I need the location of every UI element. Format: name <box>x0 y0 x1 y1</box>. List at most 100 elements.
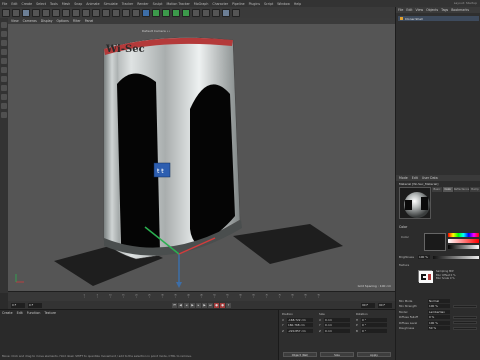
coord-field[interactable]: 160.768 cm <box>287 323 313 327</box>
snap-icon[interactable] <box>232 8 240 17</box>
channel-tab-basic[interactable]: Basic <box>432 187 442 192</box>
menu-help[interactable]: Help <box>294 2 301 6</box>
param-slider[interactable] <box>453 326 477 330</box>
menu-plugins[interactable]: Plugins <box>249 2 260 6</box>
camera-icon[interactable] <box>202 8 210 17</box>
deformer-icon[interactable] <box>182 8 190 17</box>
menu-tracker[interactable]: Tracker <box>122 2 134 6</box>
edges-mode-icon[interactable] <box>1 67 7 73</box>
rotate-icon[interactable] <box>52 8 60 17</box>
next-frame-icon[interactable]: ▸ <box>196 302 201 308</box>
param-value[interactable]: 100 % <box>428 304 450 308</box>
menu-character[interactable]: Character <box>212 2 228 6</box>
menu-animate[interactable]: Animate <box>86 2 99 6</box>
menu-edit[interactable]: Edit <box>11 2 17 6</box>
start-frame-field[interactable]: 0 F <box>11 302 25 308</box>
prev-key-icon[interactable]: ◀ <box>178 302 183 308</box>
mm-menu-edit[interactable]: Edit <box>17 311 23 315</box>
saturation-slider[interactable] <box>448 239 479 243</box>
scene-icon[interactable] <box>192 8 200 17</box>
object-row[interactable]: Cloner.Shell <box>398 16 479 21</box>
goto-start-icon[interactable]: ⏮ <box>172 302 177 308</box>
workplane-icon[interactable] <box>222 8 230 17</box>
menu-mesh[interactable]: Mesh <box>62 2 70 6</box>
channel-tab-color[interactable]: Color <box>442 187 453 192</box>
render-settings-icon[interactable] <box>132 8 140 17</box>
render-picture-viewer-icon[interactable] <box>122 8 130 17</box>
cube-icon[interactable] <box>142 8 150 17</box>
mm-menu-texture[interactable]: Texture <box>44 311 56 315</box>
recent-tool-icon[interactable] <box>62 8 70 17</box>
coord-field[interactable]: 0 cm <box>324 328 350 333</box>
menu-create[interactable]: Create <box>22 2 33 6</box>
end-frame-field[interactable]: 90 F <box>361 302 375 308</box>
om-menu-edit[interactable]: Edit <box>406 8 412 12</box>
keyframe-icon[interactable]: ? <box>226 302 231 308</box>
menu-snap[interactable]: Snap <box>74 2 82 6</box>
record-icon[interactable]: ● <box>214 302 219 308</box>
redo-icon[interactable] <box>12 8 20 17</box>
menu-select[interactable]: Select <box>36 2 46 6</box>
menu-script[interactable]: Script <box>264 2 273 6</box>
param-slider[interactable] <box>453 315 477 319</box>
polygons-mode-icon[interactable] <box>1 76 7 82</box>
coord-field[interactable]: 0 ° <box>361 328 387 333</box>
om-menu-tags[interactable]: Tags <box>441 8 448 12</box>
menu-pipeline[interactable]: Pipeline <box>232 2 244 6</box>
coord-field[interactable]: 0 cm <box>324 323 350 327</box>
viewport-menu-panel[interactable]: Panel <box>85 19 94 23</box>
axis-mode-icon[interactable] <box>1 85 7 91</box>
points-mode-icon[interactable] <box>1 58 7 64</box>
menu-window[interactable]: Window <box>277 2 290 6</box>
mm-menu-function[interactable]: Function <box>27 311 41 315</box>
om-menu-bookmarks[interactable]: Bookmarks <box>451 8 469 12</box>
prev-frame-icon[interactable]: ◂ <box>184 302 189 308</box>
subdivision-surface-icon[interactable] <box>152 8 160 17</box>
value-slider[interactable] <box>448 245 479 249</box>
snapping-icon[interactable] <box>1 103 7 109</box>
menu-file[interactable]: File <box>2 2 7 6</box>
workplane-mode-icon[interactable] <box>1 49 7 55</box>
scale-icon[interactable] <box>42 8 50 17</box>
param-value[interactable]: 0 % <box>428 315 450 319</box>
cloner-icon[interactable] <box>172 8 180 17</box>
brightness-slider[interactable] <box>433 255 479 259</box>
make-editable-icon[interactable] <box>1 22 7 28</box>
param-value[interactable]: Lambertian <box>428 309 450 314</box>
3d-viewport[interactable]: ŧ ŧ Default Camera •• Wi-Sec Grid Spacin… <box>8 24 395 291</box>
channel-tab-reflectance[interactable]: Reflectance <box>453 187 470 192</box>
brightness-field[interactable]: 100 % <box>418 255 430 259</box>
layout-selector[interactable]: Layout: Startup <box>454 1 477 5</box>
coord-field[interactable]: -168.722 cm <box>287 317 313 322</box>
menu-motion-tracker[interactable]: Motion Tracker <box>167 2 190 6</box>
coordinate-system-icon[interactable] <box>102 8 110 17</box>
camera-label[interactable]: Default Camera •• <box>142 29 170 33</box>
menu-simulate[interactable]: Simulate <box>104 2 118 6</box>
autokey-icon[interactable]: ● <box>220 302 225 308</box>
coord-field[interactable]: 0 ° <box>361 317 387 322</box>
timeline-ruler[interactable]: 0 5 10 15 20 25 30 35 40 45 50 55 60 65 70 75 80 85 90 <box>8 291 395 301</box>
param-slider[interactable] <box>453 321 477 324</box>
attr-menu-edit[interactable]: Edit <box>412 176 418 180</box>
attr-menu-user-data[interactable]: User Data <box>422 176 438 180</box>
solo-icon[interactable] <box>1 112 7 118</box>
current-frame-field[interactable]: 0 F <box>28 302 42 308</box>
coord-field[interactable]: 0 cm <box>324 317 350 322</box>
param-value[interactable]: 50 % <box>428 326 450 330</box>
size-mode-dropdown[interactable]: Size <box>320 352 354 357</box>
live-selection-icon[interactable] <box>22 8 30 17</box>
model-mode-icon[interactable] <box>1 31 7 37</box>
mm-menu-create[interactable]: Create <box>2 311 13 315</box>
param-slider[interactable] <box>453 304 477 308</box>
viewport-menu-display[interactable]: Display <box>41 19 53 23</box>
light-icon[interactable] <box>212 8 220 17</box>
texture-mode-icon[interactable] <box>1 40 7 46</box>
menu-mograph[interactable]: MoGraph <box>194 2 208 6</box>
color-swatch[interactable] <box>424 233 446 251</box>
undo-icon[interactable] <box>2 8 10 17</box>
render-view-icon[interactable] <box>112 8 120 17</box>
om-menu-view[interactable]: View <box>416 8 424 12</box>
play-icon[interactable]: ▶ <box>190 302 195 308</box>
menu-tools[interactable]: Tools <box>50 2 58 6</box>
param-value[interactable]: 100 % <box>428 320 450 325</box>
